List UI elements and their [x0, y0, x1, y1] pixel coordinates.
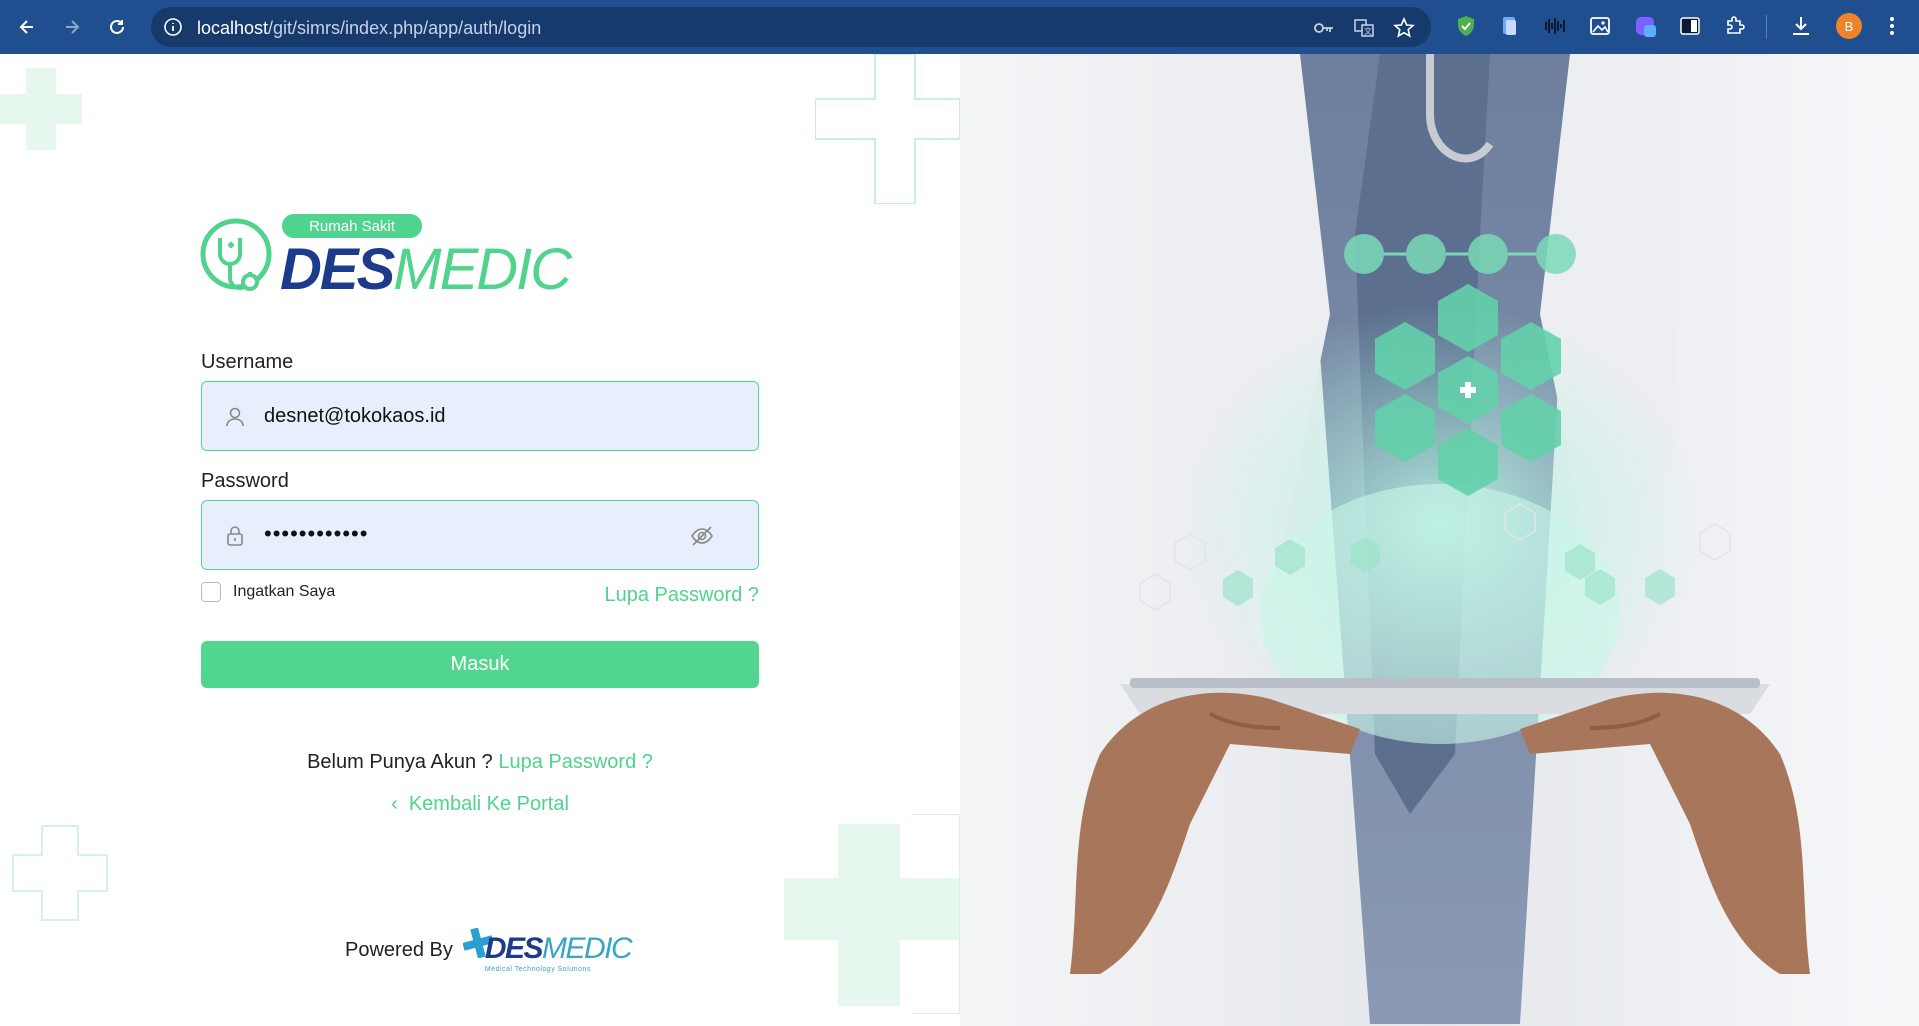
- back-arrow-icon[interactable]: [13, 13, 41, 41]
- lock-icon: [227, 526, 243, 546]
- reload-icon[interactable]: [103, 13, 131, 41]
- download-icon[interactable]: [1789, 14, 1813, 38]
- password-value[interactable]: ••••••••••••: [264, 521, 368, 547]
- cross-decoration-icon: [784, 814, 960, 1014]
- chevron-left-icon: ‹: [391, 793, 409, 815]
- toolbar-divider: [1766, 15, 1767, 39]
- site-info-icon[interactable]: [163, 17, 183, 37]
- powered-by: Powered By DESMEDIC Medical Technology S…: [345, 924, 633, 976]
- hero-image: [960, 54, 1919, 1026]
- svg-text:文: 文: [1364, 26, 1372, 36]
- sidebar-extension-icon[interactable]: [1678, 14, 1702, 38]
- address-bar[interactable]: localhost/git/simrs/index.php/app/auth/l…: [151, 7, 1431, 47]
- stethoscope-logo-icon: [200, 218, 272, 291]
- username-label: Username: [201, 351, 294, 373]
- url-text[interactable]: localhost/git/simrs/index.php/app/auth/l…: [197, 18, 541, 39]
- shield-extension-icon[interactable]: [1454, 14, 1478, 38]
- back-to-portal[interactable]: ‹ Kembali Ke Portal: [0, 793, 960, 816]
- remember-label: Ingatkan Saya: [233, 583, 336, 600]
- powered-by-label: Powered By: [345, 938, 453, 961]
- remember-me[interactable]: Ingatkan Saya: [201, 582, 335, 602]
- image-extension-icon[interactable]: [1588, 14, 1612, 38]
- ai-extension-icon[interactable]: [1633, 14, 1657, 38]
- login-panel: Rumah Sakit DESMEDIC Username desnet@tok…: [0, 54, 960, 1026]
- user-icon: [226, 407, 244, 427]
- hospital-logo: Rumah Sakit DESMEDIC: [200, 210, 580, 302]
- key-icon[interactable]: [1313, 17, 1335, 39]
- browser-toolbar: localhost/git/simrs/index.php/app/auth/l…: [0, 0, 1919, 54]
- footer-logo-tagline: Medical Technology Solutions: [484, 966, 591, 973]
- profile-avatar[interactable]: B: [1836, 13, 1862, 39]
- document-extension-icon[interactable]: [1498, 14, 1522, 38]
- forgot-password-link[interactable]: Lupa Password ?: [604, 584, 759, 607]
- username-value[interactable]: desnet@tokokaos.id: [264, 405, 446, 428]
- username-input[interactable]: desnet@tokokaos.id: [201, 381, 759, 451]
- register-link[interactable]: Lupa Password ?: [498, 751, 653, 773]
- cross-outline-decoration-icon: [815, 54, 960, 204]
- remember-checkbox[interactable]: [201, 582, 221, 602]
- audio-extension-icon[interactable]: [1543, 14, 1567, 38]
- register-prompt: Belum Punya Akun ? Lupa Password ?: [307, 751, 653, 773]
- translate-icon[interactable]: 文: [1353, 17, 1375, 39]
- puzzle-extensions-icon[interactable]: [1723, 14, 1747, 38]
- logo-pill: Rumah Sakit: [282, 214, 422, 238]
- bookmark-star-icon[interactable]: [1393, 17, 1415, 39]
- doctor-with-tablet-illustration: [960, 54, 1919, 1026]
- desmedic-footer-logo: DESMEDIC Medical Technology Solutions: [462, 924, 633, 976]
- eye-off-icon[interactable]: [690, 525, 714, 547]
- forward-arrow-icon[interactable]: [58, 13, 86, 41]
- password-label: Password: [201, 470, 289, 492]
- login-button[interactable]: Masuk: [201, 641, 759, 688]
- cross-outline-decoration-icon: [12, 825, 108, 921]
- logo-wordmark: DESMEDIC: [280, 237, 572, 302]
- cross-decoration-icon: [0, 68, 82, 150]
- more-menu-icon[interactable]: [1880, 14, 1904, 38]
- password-input[interactable]: ••••••••••••: [201, 500, 759, 570]
- back-to-portal-label: Kembali Ke Portal: [408, 793, 569, 815]
